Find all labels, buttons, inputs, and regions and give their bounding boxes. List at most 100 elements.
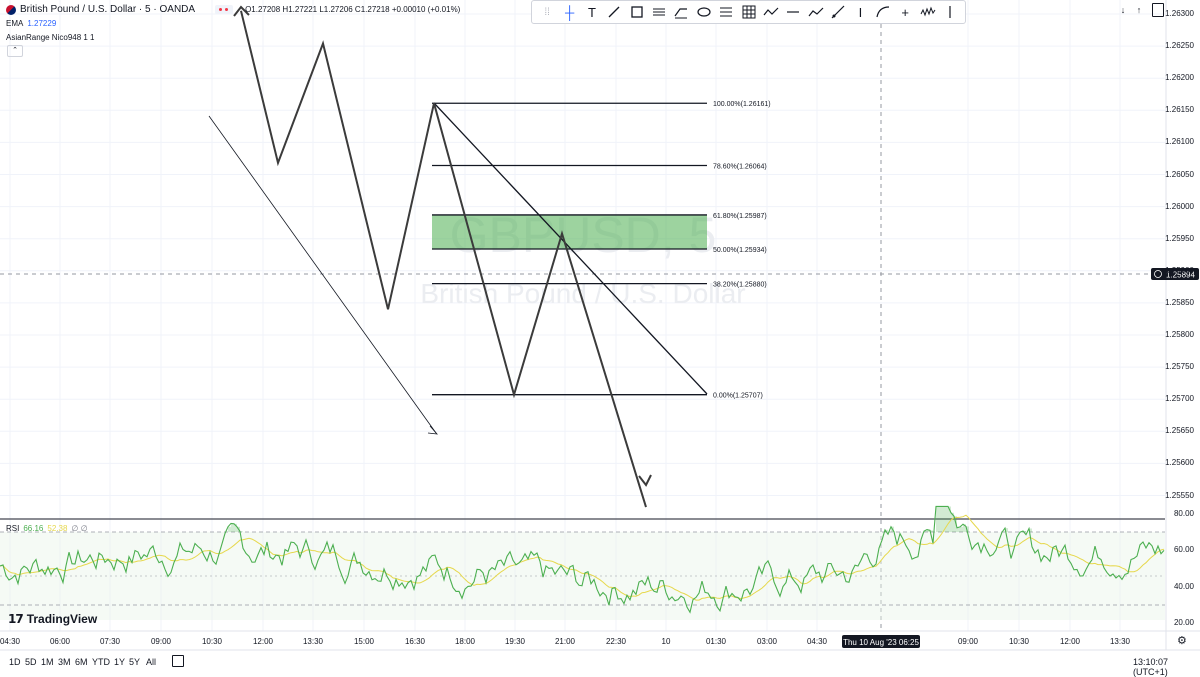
parallel-channel-icon[interactable] xyxy=(648,1,670,23)
fib-retracement-icon[interactable] xyxy=(715,1,737,23)
text-icon[interactable]: T xyxy=(581,1,603,23)
time-axis-label: 03:00 xyxy=(756,637,778,646)
path-icon[interactable] xyxy=(760,1,782,23)
price-axis-label: 1.25700 xyxy=(1165,394,1194,404)
scroll-down-icon[interactable]: ↓ xyxy=(1117,4,1129,16)
timeframe-button[interactable]: All xyxy=(146,657,156,667)
rsi-pane[interactable] xyxy=(0,505,1165,620)
time-axis-label: 12:00 xyxy=(252,637,274,646)
timeframe-button[interactable]: YTD xyxy=(92,657,110,667)
legend-asian-row[interactable]: AsianRange Nico948 1 1 xyxy=(6,33,95,42)
asian-range-label: AsianRange Nico948 1 1 xyxy=(6,33,95,42)
rsi-axis-label: 80.00 xyxy=(1173,508,1194,518)
price-axis-label: 1.25900 xyxy=(1165,265,1194,275)
time-axis-label: 13:30 xyxy=(1109,637,1131,646)
timeframe-button[interactable]: 1D xyxy=(9,657,21,667)
timeframe-button[interactable]: 3M xyxy=(58,657,71,667)
time-axis-label: 12:00 xyxy=(1059,637,1081,646)
symbol-title[interactable]: British Pound / U.S. Dollar · 5 · OANDA xyxy=(20,4,195,15)
tradingview-logo-icon: 17 xyxy=(8,612,24,626)
chart-canvas[interactable]: GBPUSD, 5 British Pound / U.S. Dollar 10… xyxy=(0,0,1200,675)
timeframe-button[interactable]: 1Y xyxy=(114,657,125,667)
horizontal-line-icon[interactable] xyxy=(782,1,804,23)
rsi-axis-label: 60.00 xyxy=(1173,545,1194,555)
rsi-extra: ∅ ∅ xyxy=(71,524,88,533)
time-axis-label: 18:00 xyxy=(454,637,476,646)
price-axis-label: 1.26150 xyxy=(1165,105,1194,115)
fib-level-label: 38.20%(1.25880) xyxy=(713,282,767,289)
brush-icon[interactable] xyxy=(670,1,692,23)
drawing-toolbar: ⁞⁞ ┼ T I + xyxy=(531,0,966,24)
cluster-icon[interactable] xyxy=(916,1,938,23)
thin-trend-arrowhead xyxy=(427,425,438,435)
trend-line-icon[interactable] xyxy=(603,1,625,23)
time-axis-label: 09:00 xyxy=(150,637,172,646)
price-axis-label: 1.26200 xyxy=(1165,73,1194,83)
info-line-icon[interactable]: I xyxy=(849,1,871,23)
time-axis-label: 06:00 xyxy=(49,637,71,646)
date-range-icon[interactable] xyxy=(172,655,184,667)
rsi-value2: 52.38 xyxy=(47,524,68,533)
time-axis-label: 10:30 xyxy=(201,637,223,646)
crosshair-icon[interactable]: ┼ xyxy=(558,1,580,23)
legend-ema-row[interactable]: EMA 1.27229 xyxy=(6,19,56,28)
price-axis-label: 1.26100 xyxy=(1165,137,1194,147)
market-status-icon[interactable] xyxy=(215,5,234,14)
ellipse-icon[interactable] xyxy=(693,1,715,23)
grid-icon[interactable] xyxy=(737,1,759,23)
curve-icon[interactable] xyxy=(872,1,894,23)
ray-icon[interactable] xyxy=(827,1,849,23)
settings-gear-icon[interactable]: ⚙ xyxy=(1177,634,1187,647)
price-axis-label: 1.26050 xyxy=(1165,169,1194,179)
fib-level-label: 50.00%(1.25934) xyxy=(713,247,767,254)
time-axis-label: 13:30 xyxy=(302,637,324,646)
time-axis-label: 22:30 xyxy=(605,637,627,646)
price-axis-label: 1.25800 xyxy=(1165,330,1194,339)
fib-level-label: 100.00%(1.26161) xyxy=(713,101,771,108)
fib-level-label: 78.60%(1.26064) xyxy=(713,164,767,171)
clock[interactable]: 13:10:07 (UTC+1) xyxy=(1133,657,1200,677)
rsi-value: 66.16 xyxy=(23,524,44,533)
timeframe-button[interactable]: 5D xyxy=(25,657,37,667)
ema-label: EMA xyxy=(6,19,24,28)
rsi-label: RSI xyxy=(6,524,20,533)
flag-icon xyxy=(6,4,16,15)
timeframe-button[interactable]: 6M xyxy=(75,657,88,667)
legend-symbol-row: British Pound / U.S. Dollar · 5 · OANDA … xyxy=(6,4,460,15)
polyline-icon[interactable] xyxy=(805,1,827,23)
time-axis-label: 21:00 xyxy=(554,637,576,646)
time-axis-label: 09:00 xyxy=(957,637,979,646)
price-axis-label: 1.25750 xyxy=(1165,362,1194,372)
tradingview-logo-text: TradingView xyxy=(26,612,98,626)
crosshair-time-label: Thu 10 Aug '23 06:25 xyxy=(843,638,919,647)
time-axis-label: 04:30 xyxy=(0,637,21,646)
tradingview-logo[interactable]: 17 TradingView xyxy=(8,612,97,626)
time-axis-label: 10:30 xyxy=(1008,637,1030,646)
drag-handle-icon[interactable]: ⁞⁞ xyxy=(536,1,558,23)
fib-level-label: 61.80%(1.25987) xyxy=(713,213,767,220)
price-axis-label: 1.25650 xyxy=(1165,426,1194,436)
scroll-up-icon[interactable]: ↑ xyxy=(1133,4,1145,16)
ohlc-values: O1.27208 H1.27221 L1.27206 C1.27218 +0.0… xyxy=(245,5,461,14)
price-axis-label: 1.26250 xyxy=(1165,41,1194,51)
time-axis-label: 15:00 xyxy=(353,637,375,646)
collapse-legend-button[interactable]: ⌃ xyxy=(7,45,23,57)
rsi-axis-label: 20.00 xyxy=(1173,618,1194,628)
timeframe-button[interactable]: 5Y xyxy=(129,657,140,667)
zigzag-end-arrowhead xyxy=(638,474,652,487)
price-axis-label: 1.26000 xyxy=(1165,201,1194,211)
maximize-pane-icon[interactable] xyxy=(1152,3,1164,17)
rsi-axis-label: 40.00 xyxy=(1173,581,1194,591)
rsi-legend[interactable]: RSI 66.16 52.38 ∅ ∅ xyxy=(6,524,88,533)
price-axis-label: 1.25850 xyxy=(1165,297,1194,307)
price-axis-label: 1.26300 xyxy=(1165,9,1194,18)
timeframe-button[interactable]: 1M xyxy=(41,657,54,667)
crosshair-time-tag: Thu 10 Aug '23 06:25 xyxy=(842,635,920,648)
fib-level-label: 0.00%(1.25707) xyxy=(713,393,763,400)
vertical-line-icon[interactable] xyxy=(939,1,961,23)
rectangle-icon[interactable] xyxy=(626,1,648,23)
price-axis-label: 1.25950 xyxy=(1165,233,1194,243)
price-axis-label: 1.25550 xyxy=(1165,490,1194,500)
time-axis-label: 04:30 xyxy=(806,637,828,646)
cross-line-icon[interactable]: + xyxy=(894,1,916,23)
